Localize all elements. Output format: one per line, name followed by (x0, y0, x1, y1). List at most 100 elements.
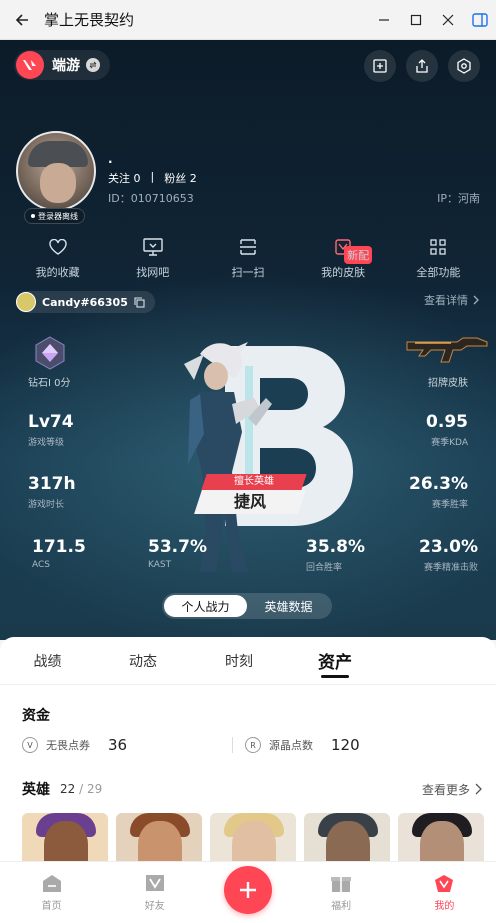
best-agent-ribbon: 擅长英雄 捷风 (194, 474, 308, 516)
home-icon (42, 875, 61, 892)
valorant-logo-icon (16, 51, 44, 79)
diamond-rank-icon (35, 336, 65, 370)
quick-scan[interactable]: 扫一扫 (203, 236, 293, 280)
agent-card[interactable] (116, 813, 202, 867)
maximize-button[interactable] (400, 0, 432, 40)
close-icon (442, 14, 454, 25)
stat-level: Lv74 游戏等级 (28, 412, 74, 448)
quick-actions: 我的收藏 找网吧 扫一扫 新配 我的皮肤 全部功能 (0, 236, 496, 280)
window-titlebar: 掌上无畏契约 (0, 0, 496, 40)
skin-icon: 新配 (332, 236, 373, 264)
nav-friends[interactable]: 好友 (115, 873, 195, 912)
tab-moments[interactable]: 时刻 (191, 637, 287, 684)
nav-profile[interactable]: 我的 (404, 873, 484, 912)
platform-switch[interactable]: 端游 (14, 50, 110, 80)
swap-icon (86, 58, 100, 72)
riot-id-tag[interactable]: Candy#66305 (16, 291, 155, 313)
stat-kda: 0.95 赛季KDA (426, 412, 468, 448)
card-edit-icon (373, 59, 387, 73)
username: . (108, 152, 113, 166)
sidebar-toggle-button[interactable] (464, 0, 496, 40)
close-button[interactable] (432, 0, 464, 40)
minimize-button[interactable] (368, 0, 400, 40)
avatar[interactable] (16, 131, 96, 211)
best-agent-name: 捷风 (233, 492, 266, 511)
friends-icon (145, 875, 164, 891)
status-dot-icon (31, 214, 35, 218)
scan-icon (237, 236, 259, 258)
view-more-agents-link[interactable]: 查看更多 (422, 781, 482, 798)
ip-location: IP：河南 (437, 192, 480, 205)
tab-feed[interactable]: 动态 (95, 637, 191, 684)
status-badge: 登录器离线 (24, 208, 85, 224)
radianite-points: R 源晶点数 120 (245, 736, 475, 754)
following[interactable]: 关注 0 (108, 170, 141, 186)
agent-card[interactable] (210, 813, 296, 867)
stat-first-kill: 23.0% 赛季精准击败 (419, 537, 478, 573)
fans[interactable]: 粉丝 2 (164, 170, 197, 186)
agent-card[interactable] (398, 813, 484, 867)
stat-acs: 171.5 ACS (32, 537, 86, 570)
minimize-icon (379, 18, 389, 21)
skin-label: 招牌皮肤 (428, 378, 468, 389)
best-agent-title: 擅长英雄 (234, 476, 274, 487)
profile-hero: 端游 登录器离线 . 关注 0 | 粉丝 2 ID：010710653 IP：河… (0, 40, 496, 640)
heart-icon (47, 236, 69, 258)
quick-find-netcafe[interactable]: 找网吧 (108, 236, 198, 280)
arrow-left-icon (15, 13, 28, 26)
toggle-personal-power[interactable]: 个人战力 (164, 595, 247, 617)
maximize-icon (410, 14, 422, 25)
edit-card-button[interactable] (364, 50, 396, 82)
new-badge: 新配 (344, 246, 373, 264)
v-points-icon: V (22, 737, 38, 753)
tab-match-history[interactable]: 战绩 (0, 637, 95, 684)
funds-row: V 无畏点券 36 R 源晶点数 120 (22, 733, 482, 757)
quick-all-features[interactable]: 全部功能 (393, 236, 483, 280)
toggle-agent-data[interactable]: 英雄数据 (247, 595, 330, 617)
rank-label: 钻石I 0分 (28, 378, 71, 389)
hexagon-settings-icon (457, 58, 471, 74)
agent-card[interactable] (304, 813, 390, 867)
v-points: V 无畏点券 36 (22, 736, 252, 754)
settings-button[interactable] (448, 50, 480, 82)
chevron-right-icon (473, 295, 479, 305)
agents-count: 22 / 29 (60, 782, 103, 796)
monitor-icon (142, 236, 164, 258)
gift-icon (331, 877, 352, 892)
create-post-button[interactable] (224, 866, 272, 914)
view-details-link[interactable]: 查看详情 (424, 292, 480, 308)
weapon-skin-rifle-icon (406, 337, 488, 363)
agent-cards (22, 813, 496, 867)
tab-assets[interactable]: 资产 (287, 637, 383, 684)
back-button[interactable] (0, 0, 44, 40)
share-icon (416, 59, 428, 73)
profile-icon (435, 875, 454, 892)
chevron-right-icon (475, 783, 482, 795)
nav-home[interactable]: 首页 (12, 873, 92, 912)
quick-favorites[interactable]: 我的收藏 (13, 236, 103, 280)
share-button[interactable] (406, 50, 438, 82)
stat-round-win: 35.8% 回合胜率 (306, 537, 365, 573)
content-tabs: 战绩 动态 时刻 资产 (0, 637, 496, 685)
copy-icon[interactable] (134, 293, 145, 312)
stat-playtime: 317h 游戏时长 (28, 474, 76, 510)
agent-card[interactable] (22, 813, 108, 867)
follow-stats: 关注 0 | 粉丝 2 (108, 170, 197, 186)
agents-header: 英雄 22 / 29 查看更多 (22, 779, 482, 799)
stats-view-toggle: 个人战力 英雄数据 (162, 593, 332, 619)
plus-icon (240, 882, 256, 898)
grid-icon (427, 236, 449, 258)
user-id: ID：010710653 (108, 192, 194, 205)
funds-heading: 资金 (22, 708, 50, 724)
agents-heading: 英雄 (22, 782, 50, 798)
content-sheet: 战绩 动态 时刻 资产 资金 V 无畏点券 36 R 源晶点数 120 英雄 2… (0, 637, 496, 867)
player-card-avatar (16, 292, 36, 312)
window-title: 掌上无畏契约 (44, 11, 135, 29)
sidebar-icon (472, 12, 488, 27)
nav-benefits[interactable]: 福利 (301, 873, 381, 912)
radianite-icon: R (245, 737, 261, 753)
quick-my-skins[interactable]: 新配 我的皮肤 (298, 236, 388, 280)
stat-kast: 53.7% KAST (148, 537, 207, 570)
platform-name: 端游 (52, 58, 80, 74)
stat-winrate: 26.3% 赛季胜率 (409, 474, 468, 510)
